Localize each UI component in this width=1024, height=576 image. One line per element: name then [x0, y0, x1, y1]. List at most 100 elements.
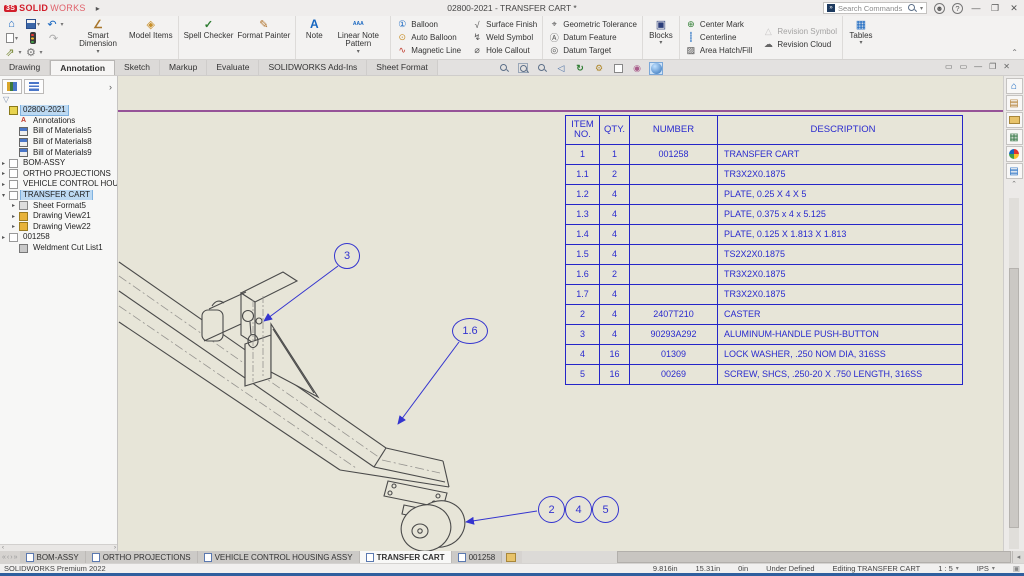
doc-window-button[interactable]: ❐: [989, 62, 996, 71]
search-input[interactable]: Search Commands: [838, 4, 904, 13]
horizontal-scrollbar[interactable]: [522, 551, 1012, 563]
hole-callout-button[interactable]: Hole Callout: [469, 44, 532, 57]
model-items-button[interactable]: Model Items: [127, 17, 175, 59]
file-explorer-icon[interactable]: [1006, 112, 1023, 128]
scroll-right-arrow[interactable]: ◂: [1012, 551, 1024, 563]
tree-item-bill-of-materials8[interactable]: Bill of Materials8: [0, 137, 117, 148]
sheet-tab-bom-assy[interactable]: BOM-ASSY: [20, 551, 86, 563]
sheet-nav-button[interactable]: ‹: [7, 554, 9, 561]
bom-row[interactable]: 1.2 4 PLATE, 0.25 X 4 X 5: [566, 184, 962, 204]
tree-item-transfer-cart[interactable]: ▾ TRANSFER CART: [0, 190, 117, 201]
tree-item-bom-assy[interactable]: ▸ BOM-ASSY: [0, 158, 117, 169]
tree-item-bill-of-materials5[interactable]: Bill of Materials5: [0, 126, 117, 137]
display-pane-tab[interactable]: [24, 79, 44, 94]
balloon-button[interactable]: Balloon: [394, 18, 440, 31]
tree-item-weldment-cut-list1[interactable]: Weldment Cut List1: [0, 243, 117, 254]
sheet-properties-icon[interactable]: [592, 62, 606, 75]
tree-item-02800-2021[interactable]: 02800-2021: [0, 105, 117, 116]
close-button[interactable]: ✕: [1008, 3, 1020, 14]
centerline-button[interactable]: Centerline: [683, 31, 738, 44]
zoom-to-fit-icon[interactable]: [497, 62, 511, 75]
sheet-tab-ortho-projections[interactable]: ORTHO PROJECTIONS: [86, 551, 198, 563]
tab-annotation[interactable]: Annotation: [50, 60, 115, 75]
balloon-4[interactable]: 4: [565, 496, 592, 523]
bom-row[interactable]: 5 16 00269 SCREW, SHCS, .250-20 X .750 L…: [566, 364, 962, 384]
bom-row[interactable]: 3 4 90293A292 ALUMINUM-HANDLE PUSH-BUTTO…: [566, 324, 962, 344]
balloon-3[interactable]: 3: [334, 243, 360, 269]
format-painter-button[interactable]: Format Painter: [235, 17, 292, 59]
expand-arrow-icon[interactable]: ▸: [12, 213, 19, 220]
balloon-5[interactable]: 5: [592, 496, 619, 523]
tree-item-sheet-format5[interactable]: ▸ Sheet Format5: [0, 200, 117, 211]
sheet-nav-button[interactable]: «: [2, 554, 6, 561]
user-account-icon[interactable]: ☻: [934, 3, 945, 14]
geometric-tolerance-button[interactable]: Geometric Tolerance: [546, 18, 639, 31]
weld-symbol-button[interactable]: Weld Symbol: [469, 31, 535, 44]
options-button[interactable]: ▾: [22, 45, 44, 60]
doc-window-button[interactable]: ▭: [945, 62, 953, 71]
expand-arrow-icon[interactable]: ▸: [12, 202, 19, 209]
3d-drawing-view-icon[interactable]: [649, 62, 663, 75]
sheet-tab-vehicle-control-housing-assy[interactable]: VEHICLE CONTROL HOUSING ASSY: [198, 551, 360, 563]
help-icon[interactable]: ?: [952, 3, 963, 14]
expand-arrow-icon[interactable]: ▸: [12, 223, 19, 230]
bom-table[interactable]: ITEM NO. QTY. NUMBER DESCRIPTION 1 1 001…: [565, 115, 963, 385]
bom-row[interactable]: 2 4 2407T210 CASTER: [566, 304, 962, 324]
note-button[interactable]: Note: [299, 17, 329, 59]
balloon-2[interactable]: 2: [538, 496, 565, 523]
vertical-scrollbar[interactable]: [1009, 198, 1019, 549]
datum-target-button[interactable]: Datum Target: [546, 44, 613, 57]
revision-cloud-button[interactable]: Revision Cloud: [760, 38, 833, 51]
collapse-ribbon-icon[interactable]: ⌃: [1005, 48, 1024, 59]
expand-arrow-icon[interactable]: ▾: [2, 192, 9, 199]
new-document-button[interactable]: ▾: [2, 33, 22, 43]
tab-markup[interactable]: Markup: [160, 60, 207, 75]
sheet-nav-button[interactable]: ›: [10, 554, 12, 561]
minimize-button[interactable]: —: [970, 3, 982, 13]
magnetic-line-button[interactable]: Magnetic Line: [394, 44, 463, 57]
bom-row[interactable]: 1.6 2 TR3X2X0.1875: [566, 264, 962, 284]
menu-flyout-arrow[interactable]: ▸: [96, 4, 100, 13]
search-commands-box[interactable]: » Search Commands ▾: [823, 2, 927, 14]
status-options-icon[interactable]: ▣: [1013, 564, 1020, 573]
zoom-to-area-icon[interactable]: [516, 62, 530, 75]
expand-arrow-icon[interactable]: ▸: [2, 181, 9, 188]
display-style-icon[interactable]: [611, 62, 625, 75]
tree-item-annotations[interactable]: Annotations: [0, 116, 117, 127]
tab-solidworks-add-ins[interactable]: SOLIDWORKS Add-Ins: [259, 60, 367, 75]
save-button[interactable]: ▾: [22, 19, 44, 29]
design-library-icon[interactable]: [1006, 95, 1023, 111]
panel-scrollbar[interactable]: ‹›: [0, 544, 118, 551]
tab-drawing[interactable]: Drawing: [0, 60, 50, 75]
expand-arrow-icon[interactable]: ▸: [2, 234, 9, 241]
tree-item-vehicle-control-housing-assy[interactable]: ▸ VEHICLE CONTROL HOUSING ASSY: [0, 179, 117, 190]
smart-dimension-button[interactable]: Smart Dimension▾: [69, 17, 127, 59]
tree-item-drawing-view22[interactable]: ▸ Drawing View22: [0, 222, 117, 233]
custom-properties-icon[interactable]: [1006, 163, 1023, 179]
tab-sheet-format[interactable]: Sheet Format: [367, 60, 438, 75]
bom-row[interactable]: 1.1 2 TR3X2X0.1875: [566, 164, 962, 184]
scale-caret-icon[interactable]: ▾: [956, 565, 959, 572]
center-mark-button[interactable]: Center Mark: [683, 18, 746, 31]
tab-evaluate[interactable]: Evaluate: [207, 60, 259, 75]
search-caret-icon[interactable]: ▾: [920, 5, 923, 12]
previous-view-icon[interactable]: [554, 62, 568, 75]
panel-collapse-arrow[interactable]: ›: [109, 82, 115, 92]
bom-row[interactable]: 1.5 4 TS2X2X0.1875: [566, 244, 962, 264]
datum-feature-button[interactable]: Datum Feature: [546, 31, 618, 44]
tree-item-bill-of-materials9[interactable]: Bill of Materials9: [0, 147, 117, 158]
sheet-tab-001258[interactable]: 001258: [452, 551, 503, 563]
zoom-in-out-icon[interactable]: [535, 62, 549, 75]
restore-button[interactable]: ❐: [989, 3, 1001, 14]
spell-checker-button[interactable]: Spell Checker: [182, 17, 236, 59]
tree-item-001258[interactable]: ▸ 001258: [0, 232, 117, 243]
doc-window-button[interactable]: —: [974, 62, 982, 71]
sheet-nav-button[interactable]: »: [14, 554, 18, 561]
expand-arrow-icon[interactable]: ▸: [2, 170, 9, 177]
units-caret-icon[interactable]: ▾: [992, 565, 995, 572]
redo-button[interactable]: [44, 31, 64, 46]
tables-button[interactable]: Tables▾: [846, 17, 876, 59]
export-button[interactable]: ▾: [2, 45, 22, 60]
sheet-tab-transfer-cart[interactable]: TRANSFER CART: [360, 551, 452, 563]
drawing-canvas[interactable]: ITEM NO. QTY. NUMBER DESCRIPTION 1 1 001…: [118, 76, 1003, 551]
